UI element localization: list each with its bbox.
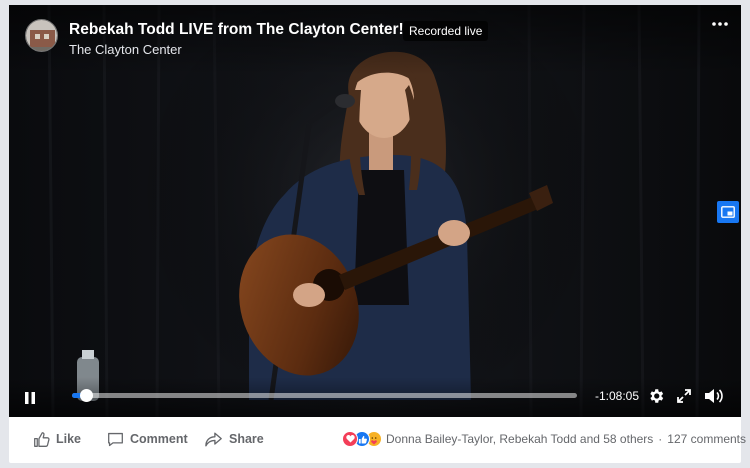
progress-bar[interactable]: [72, 389, 577, 402]
comment-icon: [108, 432, 123, 446]
like-button[interactable]: Like: [33, 429, 81, 449]
gear-icon: [650, 389, 664, 403]
more-dots-icon: [712, 22, 728, 26]
share-label: Share: [229, 432, 264, 446]
share-icon: [205, 432, 222, 446]
page-name[interactable]: The Clayton Center: [69, 42, 182, 57]
post-actions-bar: Like Comment Share Donna Bailey-Taylor, …: [9, 417, 746, 463]
reactors-text[interactable]: Donna Bailey-Taylor, Rebekah Todd and 58…: [386, 432, 653, 446]
picture-in-picture-button[interactable]: [717, 201, 739, 223]
love-icon: [342, 431, 358, 447]
pause-icon: [25, 392, 35, 404]
recorded-live-badge: Recorded live: [403, 21, 489, 41]
thumbs-up-icon: [34, 431, 50, 447]
settings-button[interactable]: [647, 387, 665, 410]
expand-icon: [677, 389, 691, 403]
time-remaining: -1:08:05: [595, 389, 640, 403]
more-options-button[interactable]: [711, 15, 729, 33]
video-player[interactable]: Rebekah Todd LIVE from The Clayton Cente…: [9, 5, 741, 417]
speaker-icon: [705, 389, 723, 403]
page-avatar[interactable]: [25, 19, 58, 52]
separator-dot: ·: [658, 432, 663, 446]
share-button[interactable]: Share: [205, 429, 264, 449]
fullscreen-button[interactable]: [676, 388, 692, 409]
pause-button[interactable]: [23, 391, 37, 405]
progress-scrubber[interactable]: [79, 389, 93, 402]
video-header: [9, 5, 741, 75]
video-title[interactable]: Rebekah Todd LIVE from The Clayton Cente…: [69, 21, 404, 39]
reactions-summary[interactable]: Donna Bailey-Taylor, Rebekah Todd and 58…: [342, 429, 746, 449]
comment-label: Comment: [130, 432, 188, 446]
pip-icon: [721, 206, 735, 218]
comments-count[interactable]: 127 comments: [667, 432, 746, 446]
video-post: Rebekah Todd LIVE from The Clayton Cente…: [9, 5, 746, 463]
volume-button[interactable]: [704, 387, 724, 410]
like-label: Like: [56, 432, 82, 446]
comment-button[interactable]: Comment: [107, 429, 188, 449]
